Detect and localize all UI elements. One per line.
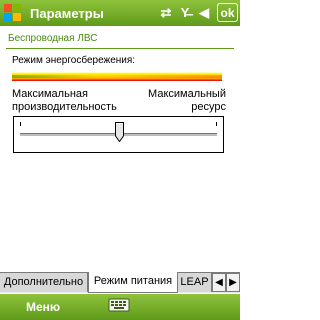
slider-tick-end <box>216 122 217 126</box>
section-title: Беспроводная ЛВС <box>8 33 98 44</box>
connectivity-icon[interactable]: ⇄ <box>158 4 174 22</box>
max-performance-label-line2: производительность <box>12 101 117 113</box>
tab-advanced[interactable]: Дополнительно <box>0 273 88 292</box>
signal-off-icon[interactable]: Y̶ <box>177 4 193 22</box>
app-title: Параметры <box>30 5 104 21</box>
tab-scroll-left-icon[interactable]: ◀ <box>212 273 226 292</box>
tab-bar: Дополнительно Режим питания LEAP ◀ ▶ <box>0 272 240 293</box>
windows-start-icon[interactable] <box>4 4 22 22</box>
max-battery-label: Максимальный <box>148 88 226 100</box>
keyboard-icon[interactable] <box>108 296 130 313</box>
ok-button[interactable]: ok <box>217 3 238 22</box>
power-mode-slider[interactable] <box>13 116 224 153</box>
status-icons: ⇄ Y̶ ◀ <box>158 4 212 22</box>
max-performance-label: Максимальная <box>12 88 88 100</box>
power-mode-label: Режим энергосбережения: <box>12 55 136 66</box>
menu-softkey[interactable]: Меню <box>26 300 60 314</box>
power-gradient-bar <box>12 72 222 81</box>
section-divider <box>6 48 234 49</box>
tab-scroll-right-icon[interactable]: ▶ <box>226 273 240 292</box>
slider-tick-start <box>20 122 21 126</box>
volume-icon[interactable]: ◀ <box>196 4 212 22</box>
max-battery-label-line2: ресурс <box>191 101 226 113</box>
slider-thumb[interactable] <box>114 122 124 142</box>
title-bar: Параметры ⇄ Y̶ ◀ ok <box>0 0 240 26</box>
bottom-menu-bar: Меню <box>0 294 240 320</box>
tab-leap[interactable]: LEAP <box>178 273 212 292</box>
tab-power-mode[interactable]: Режим питания <box>88 272 178 293</box>
